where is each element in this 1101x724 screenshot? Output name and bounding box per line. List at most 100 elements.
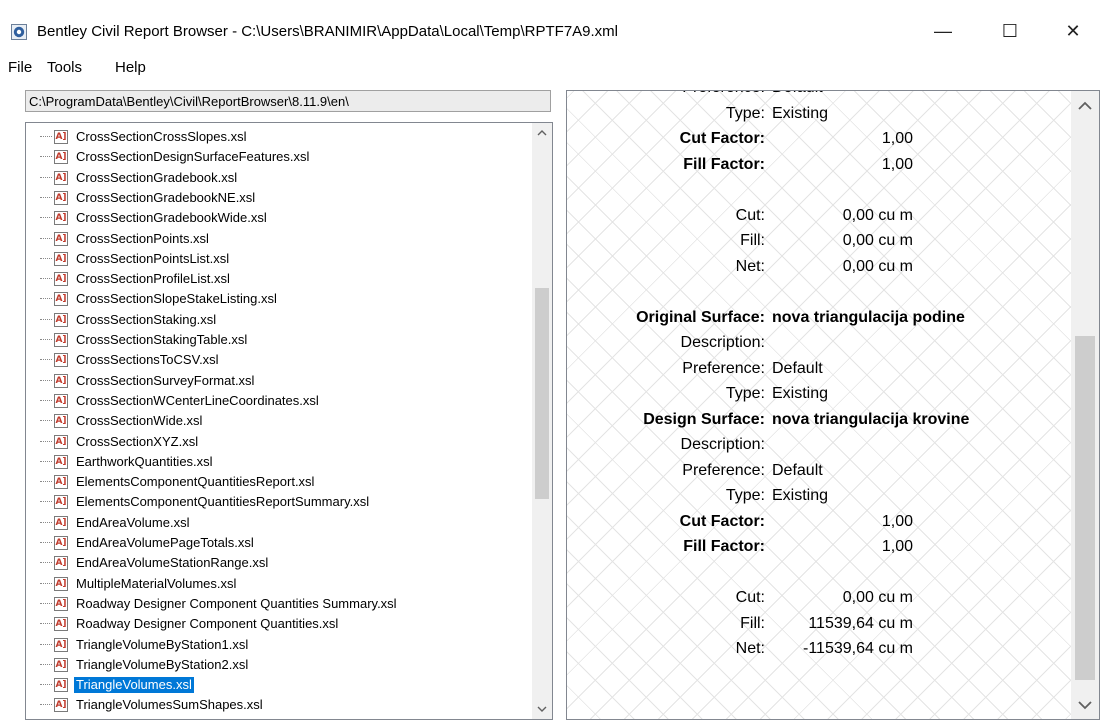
report-value: 1,00 <box>881 155 913 173</box>
file-browser-pane: C:\ProgramData\Bentley\Civil\ReportBrows… <box>25 90 553 720</box>
tree-item[interactable]: A] CrossSectionStakingTable.xsl <box>40 330 249 350</box>
close-button[interactable]: ✕ <box>1050 16 1096 46</box>
tree-connector <box>40 420 52 422</box>
report-scrollbar[interactable] <box>1071 91 1099 719</box>
report-row: Cut: 0,00 cu m <box>567 589 1073 613</box>
report-row: Design Surface: nova triangulacija krovin… <box>567 411 1073 435</box>
tree-item[interactable]: A] CrossSectionPointsList.xsl <box>40 249 231 269</box>
tree-item[interactable]: A] CrossSectionDesignSurfaceFeatures.xsl <box>40 147 311 167</box>
tree-item-label: EndAreaVolumeStationRange.xsl <box>76 555 269 571</box>
tree-item-label: TriangleVolumeByStation1.xsl <box>76 636 249 652</box>
report-label: Preference: <box>682 359 765 377</box>
file-tree-scrollbar[interactable] <box>532 123 552 719</box>
file-tree-list: A] CrossSectionCrossSlopes.xsl A] CrossSect… <box>26 123 510 719</box>
tree-connector <box>40 257 52 260</box>
tree-item[interactable]: A] CrossSectionWide.xsl <box>40 411 204 431</box>
file-tree[interactable]: A] CrossSectionCrossSlopes.xsl A] CrossSect… <box>25 122 553 720</box>
tree-item[interactable]: A] EndAreaVolumePageTotals.xsl <box>40 533 256 553</box>
tree-connector <box>40 562 52 564</box>
report-row: Fill Factor: 1,00 <box>567 156 1073 180</box>
tree-item[interactable]: A] Roadway Designer Component Quantities … <box>40 594 399 614</box>
tree-item[interactable]: A] CrossSectionGradebookWide.xsl <box>40 208 269 228</box>
report-view[interactable]: Preference: Default Type: Existing Cut Facto… <box>566 90 1100 720</box>
report-value: 1,00 <box>881 512 913 530</box>
tree-item[interactable]: A] CrossSectionXYZ.xsl <box>40 432 200 452</box>
tree-item[interactable]: A] CrossSectionGradebookNE.xsl <box>40 188 257 208</box>
tree-item[interactable]: A] TriangleVolumes.xsl <box>40 675 195 695</box>
report-label: Net: <box>735 640 765 657</box>
scroll-down-arrow-icon[interactable] <box>532 699 552 719</box>
tree-item[interactable]: A] CrossSectionStaking.xsl <box>40 310 218 330</box>
maximize-button[interactable]: ☐ <box>987 16 1033 46</box>
tree-item-label: CrossSectionSurveyFormat.xsl <box>76 372 255 388</box>
menu-file[interactable]: File <box>8 58 32 78</box>
report-label: Fill Factor: <box>683 155 765 173</box>
report-row: Net: -11539,64 cu m <box>567 640 1073 664</box>
report-label: Fill: <box>740 614 765 632</box>
xsl-file-icon: A] <box>54 617 68 632</box>
report-scroll-up-arrow-icon[interactable] <box>1071 91 1099 119</box>
tree-connector <box>40 643 52 646</box>
minimize-button[interactable]: — <box>920 16 966 46</box>
xsl-file-icon: A] <box>54 353 68 368</box>
tree-item-label: TriangleVolumesSumShapes.xsl <box>76 697 263 713</box>
tree-item[interactable]: A] CrossSectionSurveyFormat.xsl <box>40 371 256 391</box>
tree-item[interactable]: A] CrossSectionPoints.xsl <box>40 229 211 249</box>
report-label: Cut: <box>735 589 765 606</box>
title-bar: Bentley Civil Report Browser - C:\Users\… <box>0 0 1101 52</box>
folder-path-field[interactable]: C:\ProgramData\Bentley\Civil\ReportBrows… <box>25 90 551 112</box>
xsl-file-icon: A] <box>54 698 68 713</box>
menu-tools[interactable]: Tools <box>47 58 82 78</box>
tree-item[interactable]: A] ElementsComponentQuantitiesReport.xsl <box>40 472 316 492</box>
report-value: nova triangulacija krovine <box>772 410 970 428</box>
xsl-file-icon: A] <box>54 556 68 571</box>
report-row: Cut Factor: 1,00 <box>567 130 1073 154</box>
report-scroll-thumb[interactable] <box>1075 336 1095 680</box>
tree-item-label: TriangleVolumeByStation2.xsl <box>76 656 249 672</box>
tree-item-label: TriangleVolumes.xsl <box>73 676 195 695</box>
report-label: Type: <box>725 385 765 402</box>
tree-connector <box>40 623 52 625</box>
tree-item[interactable]: A] EarthworkQuantities.xsl <box>40 452 215 472</box>
xsl-file-icon: A] <box>54 657 68 672</box>
tree-item[interactable]: A] EndAreaVolumeStationRange.xsl <box>40 553 270 573</box>
tree-item[interactable]: A] CrossSectionWCenterLineCoordinates.xsl <box>40 391 321 411</box>
report-value: Existing <box>772 385 829 402</box>
tree-item[interactable]: A] CrossSectionProfileList.xsl <box>40 269 232 289</box>
file-tree-scroll-thumb[interactable] <box>535 287 549 499</box>
tree-item[interactable]: A] CrossSectionGradebook.xsl <box>40 168 239 188</box>
report-value: 1,00 <box>881 538 913 555</box>
scroll-up-arrow-icon[interactable] <box>532 123 552 143</box>
report-label: Preference: <box>682 461 765 479</box>
tree-item[interactable]: A] ElementsComponentQuantitiesReportSumma… <box>40 492 371 512</box>
xsl-file-icon: A] <box>54 150 68 165</box>
report-value: 11539,64 cu m <box>808 614 913 632</box>
tree-item[interactable]: A] TriangleVolumesSumShapes.xsl <box>40 695 265 715</box>
report-value: nova triangulacija podine <box>772 308 965 326</box>
tree-item-label: CrossSectionXYZ.xsl <box>76 433 199 449</box>
tree-item[interactable]: A] CrossSectionsToCSV.xsl <box>40 350 221 370</box>
report-value: -11539,64 cu m <box>803 640 913 657</box>
tree-connector <box>40 399 52 402</box>
report-value: Default <box>772 461 823 479</box>
tree-item[interactable]: A] Roadway Designer Component Quantities.… <box>40 614 340 634</box>
menu-help[interactable]: Help <box>115 58 146 78</box>
tree-connector <box>40 602 52 605</box>
report-label: Design Surface: <box>643 410 765 428</box>
tree-connector <box>40 217 52 219</box>
tree-item-label: ElementsComponentQuantitiesReport.xsl <box>76 474 315 490</box>
tree-item[interactable]: A] CrossSectionSlopeStakeListing.xsl <box>40 289 279 309</box>
xsl-file-icon: A] <box>54 637 68 652</box>
report-scroll-down-arrow-icon[interactable] <box>1071 691 1099 719</box>
close-icon: ✕ <box>1065 20 1081 41</box>
tree-connector <box>40 298 52 300</box>
tree-item-label: ElementsComponentQuantitiesReportSummary… <box>76 494 370 510</box>
tree-item[interactable]: A] EndAreaVolume.xsl <box>40 513 191 533</box>
tree-item[interactable]: A] MultipleMaterialVolumes.xsl <box>40 574 238 594</box>
xsl-file-icon: A] <box>54 170 68 185</box>
tree-item[interactable]: A] TriangleVolumeByStation1.xsl <box>40 635 250 655</box>
tree-item-label: CrossSectionWCenterLineCoordinates.xsl <box>76 392 319 408</box>
xsl-file-icon: A] <box>54 515 68 530</box>
tree-item[interactable]: A] CrossSectionCrossSlopes.xsl <box>40 127 249 147</box>
tree-item[interactable]: A] TriangleVolumeByStation2.xsl <box>40 655 250 675</box>
